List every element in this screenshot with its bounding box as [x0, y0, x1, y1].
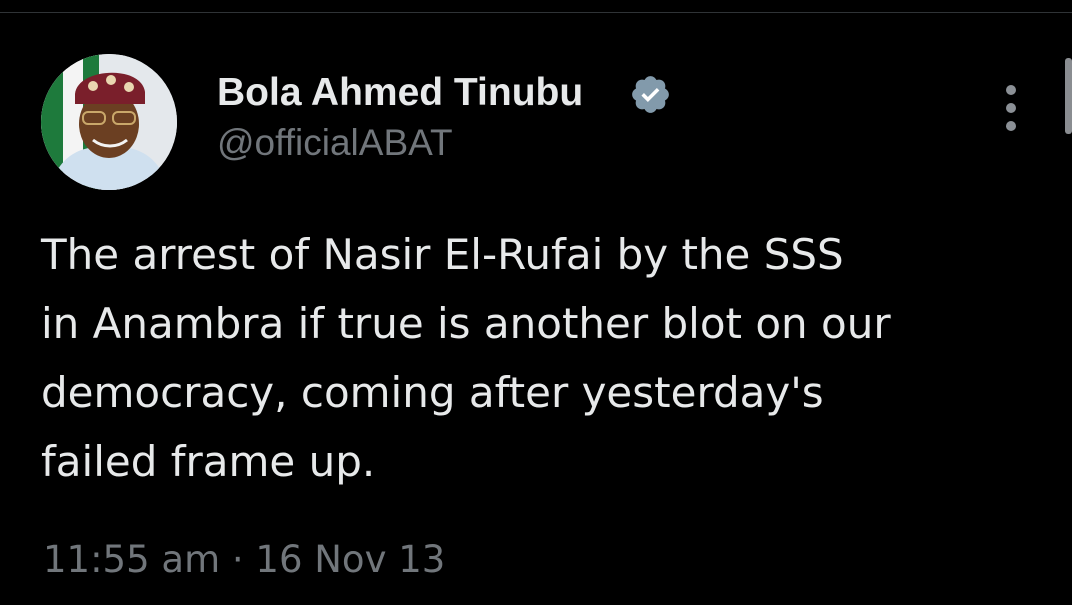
- author-display-name[interactable]: Bola Ahmed Tinubu: [217, 70, 583, 116]
- tweet-text-line: democracy, coming after yesterday's: [41, 368, 824, 417]
- tweet-time[interactable]: 11:55 am: [43, 538, 220, 581]
- tweet-timestamp[interactable]: 11:55 am · 16 Nov 13: [43, 537, 445, 583]
- more-dot: [1006, 103, 1016, 113]
- scrollbar[interactable]: [1065, 58, 1072, 134]
- avatar[interactable]: [41, 54, 177, 190]
- verified-badge-icon: [629, 73, 672, 116]
- more-dot: [1006, 121, 1016, 131]
- more-dot: [1006, 85, 1016, 95]
- tweet-text: The arrest of Nasir El-Rufai by the SSS …: [41, 220, 1041, 496]
- tweet-text-line: in Anambra if true is another blot on ou…: [41, 299, 891, 348]
- author-handle[interactable]: @officialABAT: [217, 121, 453, 165]
- tweet-text-line: failed frame up.: [41, 437, 376, 486]
- tweet-date[interactable]: 16 Nov 13: [255, 538, 445, 581]
- top-divider: [0, 12, 1072, 13]
- tweet-text-line: The arrest of Nasir El-Rufai by the SSS: [41, 230, 844, 279]
- more-options-icon[interactable]: [994, 82, 1030, 134]
- timestamp-separator: ·: [231, 538, 244, 581]
